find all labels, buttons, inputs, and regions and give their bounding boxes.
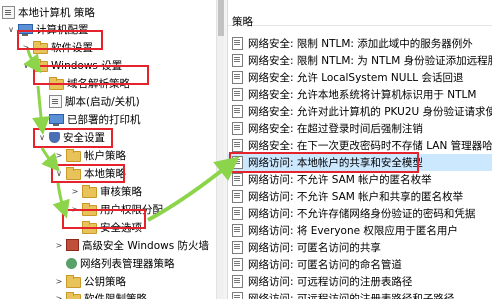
tree-node-account-policies[interactable]: > 帐户策略 <box>54 147 126 163</box>
tree-node-label: 审核策略 <box>100 185 142 198</box>
policy-icon <box>232 122 243 135</box>
policy-row-label: 网络安全: 在超过登录时间后强制注销 <box>248 123 423 135</box>
tree-node-deployed-printers[interactable]: > 已部署的打印机 <box>37 111 141 127</box>
tree-node-label: 软件限制策略 <box>84 292 147 299</box>
chevron-right-icon[interactable]: > <box>54 294 64 299</box>
tree-node-public-key-policies[interactable]: > 公钥策略 <box>54 273 126 289</box>
policy-icon <box>232 275 243 288</box>
policy-row-label: 网络访问: 可匿名访问的共享 <box>248 242 381 254</box>
policy-row-label: 网络安全: 在下一次更改密码时不存储 LAN 管理器哈希值 <box>248 140 492 152</box>
folder-icon <box>66 148 81 162</box>
chevron-down-icon[interactable]: ∨ <box>21 61 31 70</box>
policy-row[interactable]: 网络访问: 不允许 SAM 帐户的匿名枚举 <box>228 171 492 188</box>
policy-row[interactable]: 网络安全: 允许对此计算机的 PKU2U 身份验证请求使用联机标识 <box>228 103 492 120</box>
folder-icon <box>66 274 81 288</box>
policy-list-pane: 策略 网络安全: 限制 NTLM: 添加此域中的服务器例外 网络安全: 限制 N… <box>228 0 492 299</box>
policy-icon <box>232 37 243 50</box>
policy-row[interactable]: 网络访问: 不允许存储网络身份验证的密码和凭据 <box>228 205 492 222</box>
tree-node-label: 本地计算机 策略 <box>18 6 95 19</box>
policy-row-label: 网络安全: 限制 NTLM: 添加此域中的服务器例外 <box>248 38 473 50</box>
policy-icon <box>232 173 243 186</box>
tree-node-label: 已部署的打印机 <box>67 113 141 126</box>
policy-row-label: 网络访问: 不允许存储网络身份验证的密码和凭据 <box>248 208 476 220</box>
tree-node-advanced-firewall[interactable]: > 高级安全 Windows 防火墙 <box>54 237 209 253</box>
policy-row-label: 网络访问: 可远程访问的注册表路径和子路径 <box>248 293 455 299</box>
highlight-box-computer-config <box>17 30 103 50</box>
tree-node-local-policy[interactable]: 本地计算机 策略 <box>2 4 95 20</box>
policy-row[interactable]: 网络访问: 可远程访问的注册表路径和子路径 <box>228 290 492 299</box>
policy-row[interactable]: 网络访问: 不允许 SAM 帐户和共享的匿名枚举 <box>228 188 492 205</box>
policy-row-label: 网络安全: 允许对此计算机的 PKU2U 身份验证请求使用联机标识 <box>248 106 492 118</box>
policy-row-label: 网络访问: 不允许 SAM 帐户和共享的匿名枚举 <box>248 191 464 203</box>
chevron-right-icon[interactable]: > <box>54 241 64 250</box>
folder-icon <box>66 291 81 299</box>
policy-row-label: 网络访问: 可匿名访问的命名管道 <box>248 259 402 271</box>
policy-row[interactable]: 网络安全: 限制 NTLM: 添加此域中的服务器例外 <box>228 35 492 52</box>
policy-row[interactable]: 网络安全: 允许本地系统将计算机标识用于 NTLM <box>228 86 492 103</box>
tree-node-network-list-manager[interactable]: 网络列表管理器策略 <box>54 255 175 271</box>
policy-row-label: 网络访问: 可远程访问的注册表路径 <box>248 276 413 288</box>
chevron-right-icon[interactable]: > <box>70 187 80 196</box>
tree-node-software-restriction[interactable]: > 软件限制策略 <box>54 290 147 299</box>
policy-row[interactable]: 网络访问: 可匿名访问的共享 <box>228 239 492 256</box>
policy-row-label: 网络访问: 不允许 SAM 帐户的匿名枚举 <box>248 174 432 186</box>
highlight-box-security-settings <box>33 128 113 148</box>
script-icon <box>49 94 62 108</box>
policy-icon <box>232 71 243 84</box>
policy-icon <box>232 54 243 67</box>
tree-node-scripts[interactable]: 脚本(启动/关机) <box>37 93 140 109</box>
policy-icon <box>232 241 243 254</box>
highlight-box-local-policies <box>51 164 125 183</box>
policy-row-label: 网络安全: 允许 LocalSystem NULL 会话回退 <box>248 72 464 84</box>
policy-row[interactable]: 网络访问: 将 Everyone 权限应用于匿名用户 <box>228 222 492 239</box>
policy-icon <box>232 224 243 237</box>
chevron-down-icon[interactable]: ∨ <box>6 25 16 34</box>
printer-icon <box>49 114 64 126</box>
policy-row[interactable]: 网络安全: 允许 LocalSystem NULL 会话回退 <box>228 69 492 86</box>
firewall-icon <box>66 239 79 251</box>
policy-row-label: 网络访问: 将 Everyone 权限应用于匿名用户 <box>248 225 458 237</box>
tree-node-label: 网络列表管理器策略 <box>80 257 175 270</box>
tree-node-audit-policy[interactable]: > 审核策略 <box>70 183 142 199</box>
policy-icon <box>232 105 243 118</box>
highlight-box-selected-policy <box>229 152 419 173</box>
policy-icon <box>2 5 15 19</box>
policy-icon <box>232 190 243 203</box>
policy-row[interactable]: 网络安全: 限制 NTLM: 为 NTLM 身份验证添加远程服务器例外 <box>228 52 492 69</box>
policy-row[interactable]: 网络访问: 可匿名访问的命名管道 <box>228 256 492 273</box>
policy-row[interactable]: 网络安全: 在超过登录时间后强制注销 <box>228 120 492 137</box>
highlight-box-windows-settings <box>33 65 149 85</box>
folder-icon <box>82 184 97 198</box>
policy-icon <box>232 88 243 101</box>
policy-icon <box>232 139 243 152</box>
tree-node-label: 高级安全 Windows 防火墙 <box>82 239 210 252</box>
chevron-right-icon[interactable]: > <box>54 151 64 160</box>
tree-node-label: 公钥策略 <box>84 275 126 288</box>
policy-icon <box>232 207 243 220</box>
policy-row-label: 网络安全: 允许本地系统将计算机标识用于 NTLM <box>248 89 477 101</box>
network-icon <box>66 257 77 269</box>
chevron-right-icon[interactable]: > <box>37 115 47 124</box>
chevron-right-icon[interactable]: > <box>54 277 64 286</box>
navigation-tree: 本地计算机 策略 ∨ 计算机配置 > 软件设置 ∨ Windows 设置 域名解… <box>0 0 216 299</box>
policy-row[interactable]: 网络访问: 可远程访问的注册表路径 <box>228 273 492 290</box>
policy-column-header[interactable]: 策略 <box>228 0 492 28</box>
column-header-label: 策略 <box>232 16 253 28</box>
tree-node-label: 脚本(启动/关机) <box>65 95 140 108</box>
policy-row-label: 网络安全: 限制 NTLM: 为 NTLM 身份验证添加远程服务器例外 <box>248 55 492 67</box>
policy-icon <box>232 258 243 271</box>
policy-icon <box>232 292 243 299</box>
tree-node-label: 帐户策略 <box>84 149 126 162</box>
highlight-box-security-options <box>62 209 146 229</box>
